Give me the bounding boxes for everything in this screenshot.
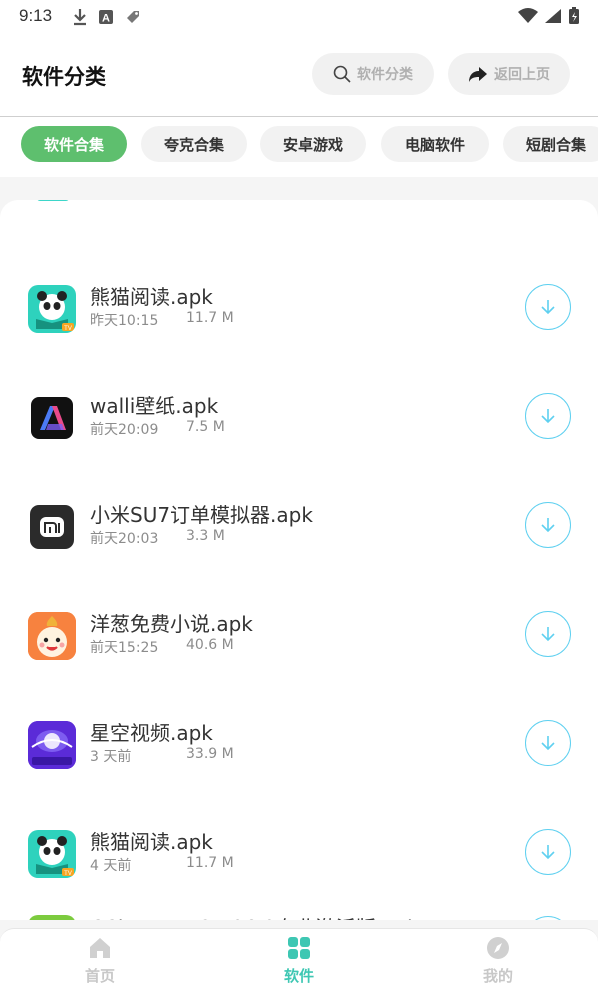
download-arrow-icon [541,736,555,751]
download-arrow-icon [541,627,555,642]
status-system-icons [518,7,580,25]
nav-mine[interactable]: 我的 [448,935,548,995]
file-size: 11.7 M [186,855,234,871]
search-icon [333,65,351,83]
tab-short-drama[interactable]: 短剧合集 [503,126,598,162]
svg-text:A: A [102,13,110,25]
file-time: 前天20:03 [90,531,159,547]
download-button[interactable] [525,502,571,548]
svg-text:TV: TV [64,871,72,877]
file-time: 前天20:09 [90,422,159,438]
file-name: 熊猫阅读.apk [90,830,213,854]
file-name: 洋葱免费小说.apk [90,612,253,636]
battery-icon [569,7,579,24]
download-button[interactable] [525,829,571,875]
list-item[interactable]: 小米SU7订单模拟器.apk 前天20:03 3.3 M [0,468,598,578]
file-name: walli壁纸.apk [90,394,219,418]
nav-software-label: 软件 [283,967,314,985]
file-name: 熊猫阅读.apk [90,285,213,309]
panda-reader-icon: TV [28,285,76,333]
wifi-icon [518,8,538,23]
file-time: 昨天10:15 [90,313,159,329]
tab-android-games[interactable]: 安卓游戏 [260,126,366,162]
list-item[interactable]: TV 熊猫阅读.apk 4 天前 11.7 M [0,795,598,905]
list-item[interactable]: 洋葱免费小说.apk 前天15:25 40.6 M [0,577,598,687]
download-status-icon [74,9,86,26]
tab-software-collection[interactable]: 软件合集 [21,126,127,162]
download-arrow-icon [541,845,555,860]
tab-quark-collection[interactable]: 夸克合集 [141,126,247,162]
tab-pc-software[interactable]: 电脑软件 [381,126,489,162]
file-size: 11.7 M [186,310,234,326]
file-size: 7.5 M [186,419,225,435]
file-size: 3.3 M [186,528,225,544]
search-button[interactable]: 软件分类 [312,53,434,95]
tag-status-icon [127,11,139,23]
list-item[interactable]: 星空视频.apk 3 天前 33.9 M [0,686,598,796]
download-arrow-icon [541,409,555,424]
signal-icon [545,9,561,23]
list-item[interactable]: walli壁纸.apk 前天20:09 7.5 M [0,359,598,469]
panda-reader-icon: TV [28,830,76,878]
nav-software[interactable]: 软件 [249,935,349,995]
status-time: 9:13 [19,6,53,25]
ccleaner-icon [28,915,76,920]
list-item[interactable]: CCleaner v24.06.0专业激活版.apk [0,904,598,920]
nav-home[interactable]: 首页 [50,935,150,995]
download-button[interactable] [525,284,571,330]
file-time: 4 天前 [90,858,132,874]
file-time: 前天15:25 [90,640,159,656]
download-button[interactable] [525,720,571,766]
share-arrow-icon [469,67,487,82]
grid-apps-icon [288,937,310,959]
starry-video-icon [28,721,76,769]
back-button[interactable]: 返回上页 [448,53,570,95]
download-button[interactable] [525,916,571,920]
file-size: 40.6 M [186,637,234,653]
download-arrow-icon [541,300,555,315]
download-button[interactable] [525,393,571,439]
xiaomi-icon [28,503,76,551]
file-time: 3 天前 [90,749,132,765]
search-button-label: 软件分类 [357,67,413,83]
page-title: 软件分类 [22,65,106,89]
top-bar: 软件分类 软件分类 返回上页 [0,34,598,117]
bottom-nav: 首页 软件 我的 [0,928,598,999]
status-bar: 9:13 A [0,0,598,34]
file-name: 星空视频.apk [90,721,213,745]
file-name: 小米SU7订单模拟器.apk [90,503,313,527]
download-button[interactable] [525,611,571,657]
a-status-icon: A [99,10,113,25]
download-arrow-icon [541,518,555,533]
status-notification-icons: A [72,8,142,26]
compass-icon [487,937,509,959]
walli-icon [28,394,76,442]
file-size: 33.9 M [186,746,234,762]
category-tabs: 软件合集 夸克合集 安卓游戏 电脑软件 短剧合集 [0,117,598,177]
home-icon [90,938,110,958]
partial-icon-top [37,200,69,201]
back-button-label: 返回上页 [494,67,550,83]
file-list: TV 熊猫阅读.apk 昨天10:15 11.7 M walli壁纸.apk 前… [0,200,598,920]
file-name: CCleaner v24.06.0专业激活版.apk [90,912,419,920]
nav-home-label: 首页 [84,967,115,985]
nav-mine-label: 我的 [482,967,513,985]
onion-novel-icon [28,612,76,660]
list-item[interactable]: TV 熊猫阅读.apk 昨天10:15 11.7 M [0,250,598,360]
svg-text:TV: TV [64,326,72,332]
